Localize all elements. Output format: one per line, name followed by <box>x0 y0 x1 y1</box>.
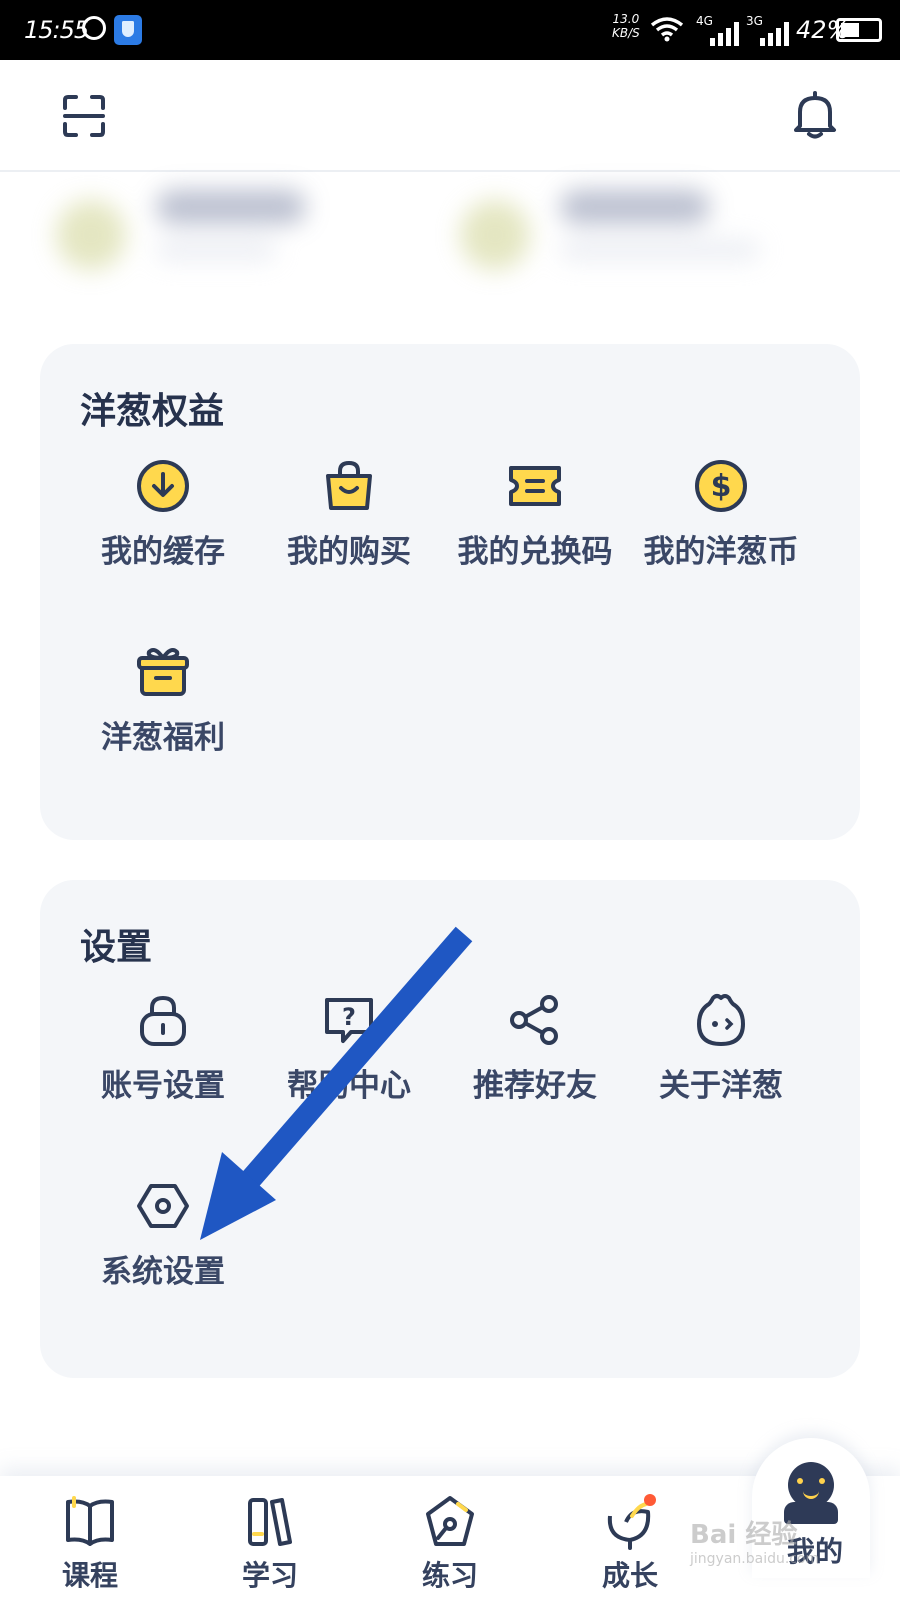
settings-title: 设置 <box>80 927 153 968</box>
ticket-icon <box>509 466 561 506</box>
lock-icon <box>140 995 186 1046</box>
rights-item-label: 洋葱福利 <box>101 720 225 756</box>
signal-bars-icon <box>760 18 792 46</box>
rights-item-coins[interactable]: $ 我的洋葱币 <box>626 456 816 571</box>
rights-card: 洋葱权益 我的缓存 我的购买 我的兑换码 $ 我的洋葱币 洋葱福利 <box>40 344 860 840</box>
rights-item-redeem-code[interactable]: 我的兑换码 <box>440 456 630 571</box>
help-bubble-icon: ? <box>325 998 373 1043</box>
nav-item-growth[interactable]: 成长 <box>570 1494 690 1594</box>
rights-item-label: 我的洋葱币 <box>643 534 799 570</box>
share-icon <box>510 995 558 1045</box>
svg-text:?: ? <box>342 1003 356 1031</box>
rights-item-label: 我的兑换码 <box>457 534 613 570</box>
hex-gear-icon <box>137 1184 189 1228</box>
wifi-icon <box>650 16 684 49</box>
network-speed-unit: KB/S <box>612 26 640 40</box>
security-shield-icon <box>114 15 142 45</box>
rights-item-purchase[interactable]: 我的购买 <box>254 456 444 571</box>
rights-item-label: 我的缓存 <box>101 534 225 570</box>
nav-label: 学习 <box>241 1559 298 1592</box>
notification-dot-icon <box>644 1494 656 1506</box>
settings-item-system[interactable]: 系统设置 <box>68 1176 258 1291</box>
pen-icon <box>426 1496 474 1546</box>
gift-icon <box>137 648 189 696</box>
book-icon <box>66 1496 114 1546</box>
nav-item-study[interactable]: 学习 <box>210 1494 330 1594</box>
nav-label: 成长 <box>601 1559 658 1592</box>
rights-item-welfare[interactable]: 洋葱福利 <box>68 642 258 757</box>
scan-icon[interactable] <box>62 94 106 138</box>
top-bar <box>0 60 900 172</box>
onion-icon <box>697 994 745 1046</box>
settings-item-recommend[interactable]: 推荐好友 <box>440 990 630 1105</box>
watermark-brand: Bai 经验 <box>690 1520 798 1550</box>
download-circle-icon <box>137 460 189 512</box>
nav-item-courses[interactable]: 课程 <box>30 1494 150 1594</box>
svg-text:$: $ <box>711 469 732 504</box>
watermark-url: jingyan.baidu.com <box>690 1551 820 1567</box>
alarm-icon <box>82 16 106 40</box>
bottom-nav: 课程 学习 练习 成长 我的 Bai 经验 jingyan.baidu.com <box>0 1438 900 1600</box>
rights-title: 洋葱权益 <box>80 391 225 432</box>
settings-item-label: 系统设置 <box>101 1254 225 1290</box>
settings-item-about[interactable]: 关于洋葱 <box>626 990 816 1105</box>
shopping-bag-icon <box>326 460 372 510</box>
rights-item-cache[interactable]: 我的缓存 <box>68 456 258 571</box>
battery-icon <box>836 18 882 42</box>
bell-icon[interactable] <box>792 90 838 140</box>
profile-stats-blurred[interactable] <box>460 180 800 290</box>
avatar <box>56 200 126 270</box>
settings-item-label: 帮助中心 <box>287 1068 411 1104</box>
settings-card: 设置 账号设置 ? 帮助中心 推荐好友 关于洋葱 系统设置 <box>40 880 860 1378</box>
profile-summary-blurred[interactable] <box>56 180 336 290</box>
nav-label: 课程 <box>61 1559 118 1592</box>
signal-bars-icon <box>710 18 742 46</box>
status-bar: 15:55 13.0 KB/S 4G 3G 42% <box>0 0 900 60</box>
study-icon <box>248 1498 292 1546</box>
settings-item-label: 关于洋葱 <box>659 1068 783 1104</box>
settings-item-account[interactable]: 账号设置 <box>68 990 258 1105</box>
nav-label: 练习 <box>421 1559 478 1592</box>
settings-item-label: 推荐好友 <box>473 1068 597 1104</box>
settings-item-help[interactable]: ? 帮助中心 <box>254 990 444 1105</box>
coin-icon: $ <box>695 460 747 512</box>
settings-item-label: 账号设置 <box>101 1068 225 1104</box>
watermark: Bai 经验 jingyan.baidu.com <box>690 1514 819 1567</box>
network-speed: 13.0 KB/S <box>612 12 640 40</box>
status-time: 15:55 <box>24 16 89 44</box>
rights-item-label: 我的购买 <box>287 534 411 570</box>
growth-icon <box>607 1494 656 1550</box>
network-speed-value: 13.0 <box>612 12 640 26</box>
nav-item-practice[interactable]: 练习 <box>390 1494 510 1594</box>
